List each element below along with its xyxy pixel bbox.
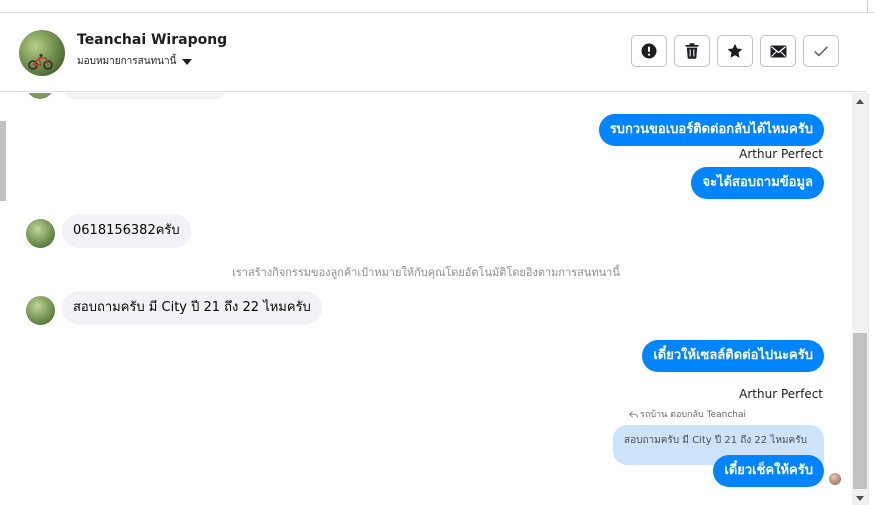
contact-name[interactable]: Teanchai Wirapong (77, 32, 227, 48)
top-strip (0, 0, 874, 13)
contact-avatar[interactable] (19, 30, 65, 76)
page-edge (868, 93, 874, 505)
incoming-message[interactable]: สอบถามครับ มี City ปี 21 ถึง 22 ไหมครับ (62, 291, 322, 325)
done-button[interactable] (803, 35, 839, 67)
header-actions (631, 35, 839, 67)
report-spam-button[interactable] (631, 35, 667, 67)
check-icon (814, 45, 828, 56)
caret-down-icon (182, 58, 193, 65)
header-edge (866, 13, 874, 92)
system-note: เราสร้างกิจกรรมของลูกค้าเป้าหมายให้กับคุ… (232, 266, 620, 279)
star-icon (727, 43, 743, 58)
incoming-message[interactable]: 0618156382ครับ (62, 214, 191, 248)
exclamation-icon (641, 43, 657, 59)
left-panel-scrollbar[interactable] (0, 121, 6, 201)
sender-name: Arthur Perfect (739, 147, 823, 161)
scrollbar-thumb[interactable] (853, 333, 867, 489)
reply-context-text: รถบ้าน ตอบกลับ Teanchai (640, 410, 746, 420)
outgoing-message[interactable]: จะได้สอบถามข้อมูล (691, 167, 824, 199)
contact-avatar-partial (26, 93, 54, 99)
top-strip-edge (867, 0, 868, 12)
mark-unread-button[interactable] (760, 35, 796, 67)
outgoing-message[interactable]: เดี๋ยวเช็คให้ครับ (713, 455, 824, 487)
envelope-icon (770, 45, 786, 57)
assign-label: มอบหมายการสนทนานี้ (77, 56, 177, 67)
scroll-down-icon[interactable] (856, 496, 864, 501)
outgoing-message[interactable]: เดี๋ยวให้เซลล์ติดต่อไปนะครับ (642, 340, 824, 372)
incoming-message-partial[interactable] (64, 93, 226, 99)
conversation-header: Teanchai Wirapong มอบหมายการสนทนานี้ (0, 13, 866, 92)
message-thread[interactable]: รบกวนขอเบอร์ติดต่อกลับได้ไหมครับ Arthur … (0, 93, 852, 505)
contact-avatar-small[interactable] (26, 296, 55, 325)
contact-avatar-small[interactable] (26, 219, 55, 248)
scroll-up-icon[interactable] (856, 99, 864, 104)
reply-arrow-icon (629, 410, 639, 418)
delete-button[interactable] (674, 35, 710, 67)
assign-conversation-dropdown[interactable]: มอบหมายการสนทนานี้ (77, 54, 193, 69)
thread-scrollbar[interactable] (852, 93, 868, 505)
trash-icon (685, 43, 699, 59)
seen-avatar (829, 473, 841, 485)
star-button[interactable] (717, 35, 753, 67)
bicycle-photo-icon (28, 54, 53, 70)
reply-context: รถบ้าน ตอบกลับ Teanchai (629, 407, 746, 421)
outgoing-message[interactable]: รบกวนขอเบอร์ติดต่อกลับได้ไหมครับ (598, 114, 824, 146)
sender-name: Arthur Perfect (739, 387, 823, 401)
